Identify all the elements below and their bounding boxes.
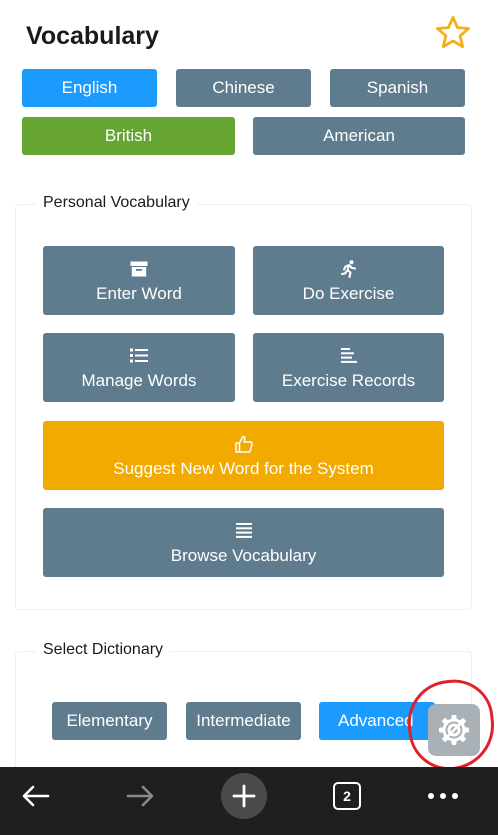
back-button[interactable] xyxy=(14,767,58,825)
exercise-records-button[interactable]: Exercise Records xyxy=(253,333,444,402)
tab-count: 2 xyxy=(333,782,361,810)
tabs-button[interactable]: 2 xyxy=(330,767,364,825)
running-icon xyxy=(340,258,357,280)
new-tab-button[interactable] xyxy=(220,767,268,825)
page-title: Vocabulary xyxy=(26,22,159,50)
thumbs-up-icon xyxy=(234,433,253,455)
more-dots-icon xyxy=(428,793,458,799)
menu-lines-icon xyxy=(235,520,252,542)
do-exercise-label: Do Exercise xyxy=(302,283,395,303)
settings-fab[interactable] xyxy=(428,704,480,756)
align-left-icon xyxy=(340,345,357,367)
browser-toolbar: 2 xyxy=(0,767,498,835)
suggest-new-word-button[interactable]: Suggest New Word for the System xyxy=(43,421,444,490)
language-english-button[interactable]: English xyxy=(22,69,157,107)
variant-british-button[interactable]: British xyxy=(22,117,235,155)
manage-words-label: Manage Words xyxy=(81,370,197,390)
forward-button[interactable] xyxy=(118,767,162,825)
language-spanish-button[interactable]: Spanish xyxy=(330,69,465,107)
star-icon[interactable] xyxy=(434,14,472,52)
gear-icon xyxy=(439,715,469,745)
dictionary-advanced-button[interactable]: Advanced xyxy=(319,702,435,740)
arrow-right-icon xyxy=(126,785,154,807)
dictionary-intermediate-button[interactable]: Intermediate xyxy=(186,702,301,740)
dictionary-elementary-button[interactable]: Elementary xyxy=(52,702,167,740)
language-chinese-button[interactable]: Chinese xyxy=(176,69,311,107)
exercise-records-label: Exercise Records xyxy=(281,370,416,390)
enter-word-label: Enter Word xyxy=(96,283,182,303)
personal-vocabulary-legend: Personal Vocabulary xyxy=(36,194,197,212)
more-menu-button[interactable] xyxy=(424,767,462,825)
archive-icon xyxy=(130,258,148,280)
list-icon xyxy=(130,345,148,367)
variant-american-button[interactable]: American xyxy=(253,117,465,155)
manage-words-button[interactable]: Manage Words xyxy=(43,333,235,402)
enter-word-button[interactable]: Enter Word xyxy=(43,246,235,315)
do-exercise-button[interactable]: Do Exercise xyxy=(253,246,444,315)
suggest-new-word-label: Suggest New Word for the System xyxy=(113,458,374,478)
browse-vocabulary-label: Browse Vocabulary xyxy=(170,545,317,565)
arrow-left-icon xyxy=(22,785,50,807)
browse-vocabulary-button[interactable]: Browse Vocabulary xyxy=(43,508,444,577)
plus-icon xyxy=(232,784,256,808)
select-dictionary-legend: Select Dictionary xyxy=(36,641,171,659)
